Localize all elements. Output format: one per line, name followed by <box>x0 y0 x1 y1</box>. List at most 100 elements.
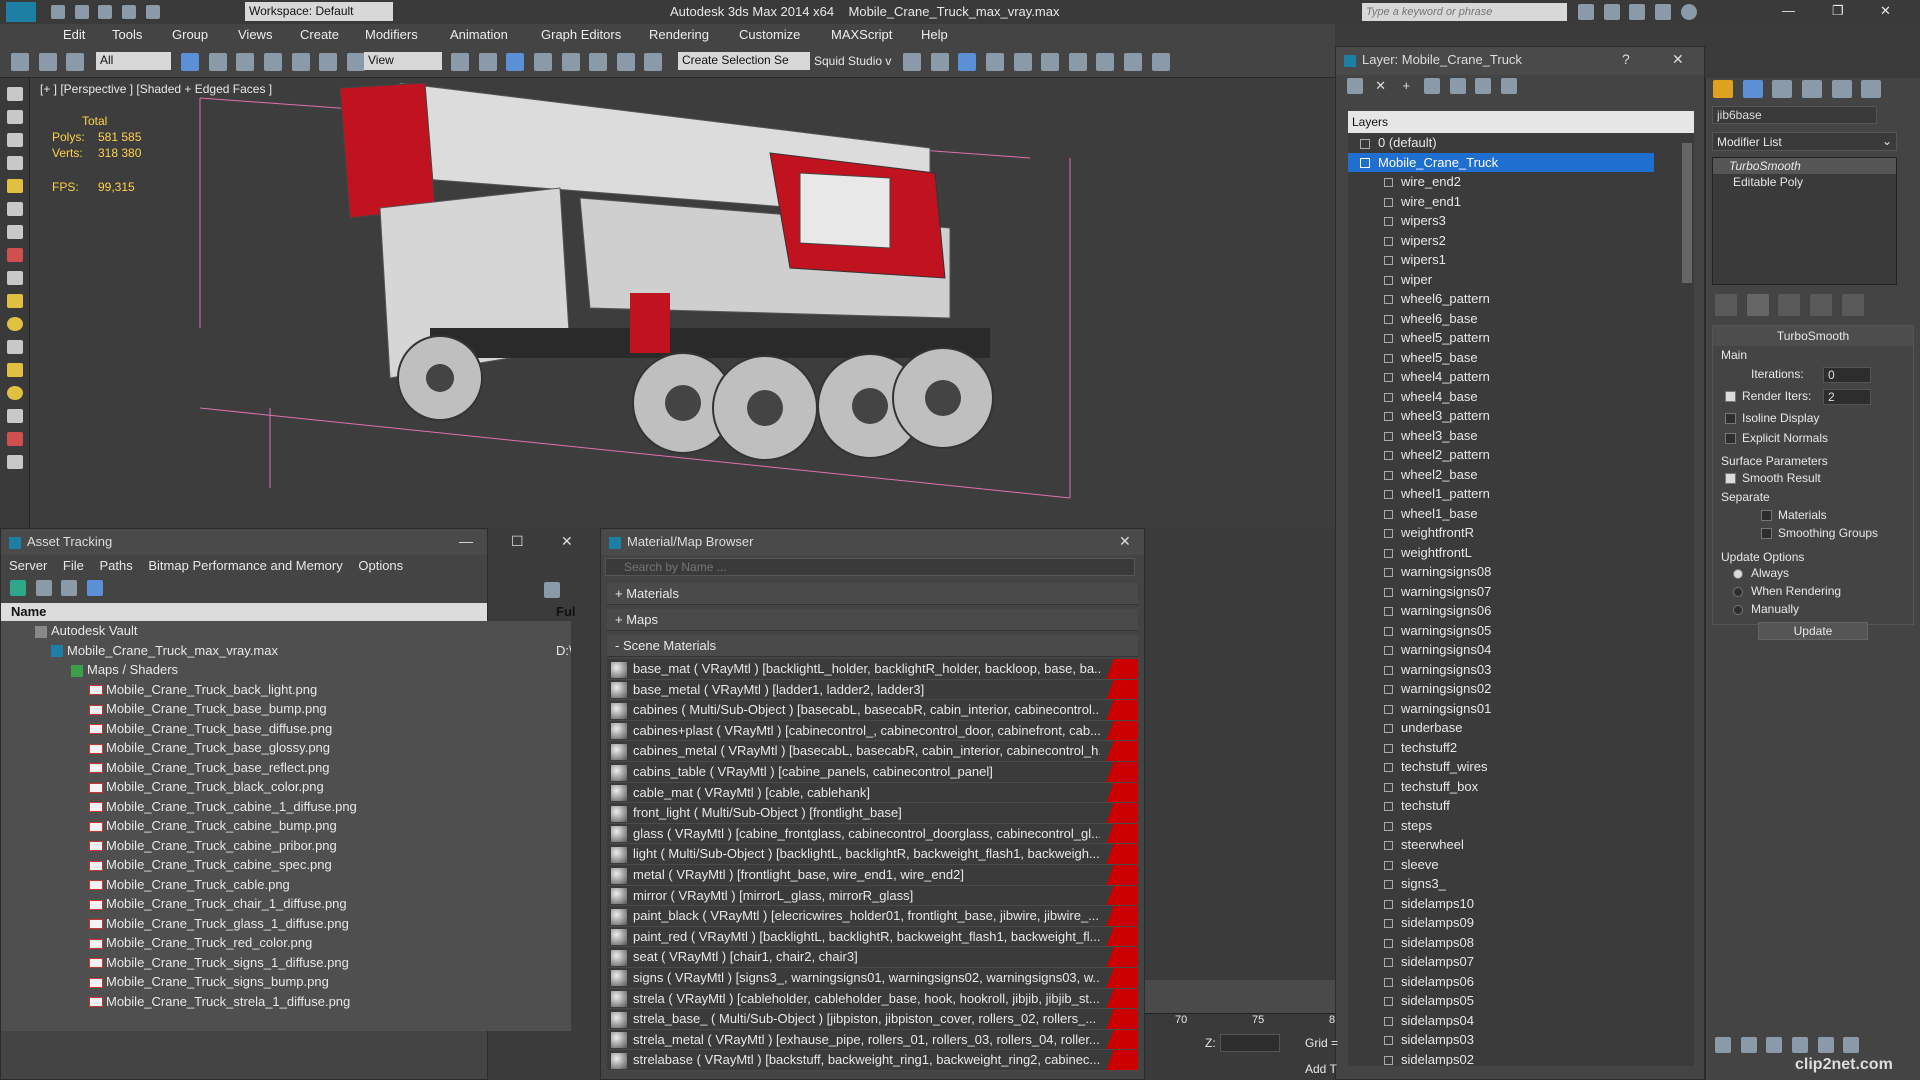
help-icon[interactable]: ? <box>1622 51 1630 67</box>
tool-icon-1[interactable] <box>7 87 23 101</box>
snap-toggle-icon[interactable] <box>533 53 552 71</box>
mirror-icon[interactable] <box>903 53 921 71</box>
scene-material-item[interactable]: strela_base_ ( Multi/Sub-Object ) [jibpi… <box>607 1009 1138 1030</box>
tool-icon-17[interactable] <box>7 455 23 469</box>
materials-section[interactable]: + Materials <box>607 583 1138 605</box>
layer-manager-icon[interactable] <box>958 53 977 71</box>
list-view-icon[interactable] <box>35 579 52 596</box>
layer-object-item[interactable]: sleeve <box>1348 855 1694 875</box>
tool-icon-10[interactable] <box>7 294 23 308</box>
freeze-all-icon[interactable] <box>1500 77 1517 94</box>
layer-object-item[interactable]: warningsigns04 <box>1348 640 1694 660</box>
rotate-icon[interactable] <box>319 53 338 71</box>
scene-materials-section[interactable]: - Scene Materials <box>607 635 1138 657</box>
help-icon[interactable] <box>1680 3 1697 20</box>
layer-object-item[interactable]: wheel2_pattern <box>1348 445 1694 465</box>
menu-server[interactable]: Server <box>9 558 47 573</box>
layer-object-item[interactable]: underbase <box>1348 718 1694 738</box>
layer-object-item[interactable]: warningsigns08 <box>1348 562 1694 582</box>
menu-maxscript[interactable]: MAXScript <box>831 27 892 42</box>
menu-graph-editors[interactable]: Graph Editors <box>541 27 621 42</box>
layer-object-item[interactable]: weightfrontL <box>1348 543 1694 563</box>
crane-truck-model[interactable] <box>30 78 1335 528</box>
percent-snap-icon[interactable] <box>589 53 608 71</box>
layer-object-item[interactable]: wheel6_base <box>1348 309 1694 329</box>
tool-icon-7[interactable] <box>7 225 23 239</box>
delete-layer-icon[interactable]: ✕ <box>1373 78 1389 94</box>
show-end-result-icon[interactable] <box>1746 294 1769 316</box>
render-setup-icon[interactable] <box>1096 53 1115 71</box>
maps-section[interactable]: + Maps <box>607 609 1138 631</box>
scene-material-item[interactable]: glass ( VRayMtl ) [cabine_frontglass, ca… <box>607 823 1138 845</box>
asset-file-row[interactable]: Mobile_Crane_Truck_base_glossy.png <box>9 738 571 758</box>
keyboard-shortcut-icon[interactable] <box>506 53 525 71</box>
thumbnail-view-icon[interactable] <box>61 579 78 596</box>
menu-help[interactable]: Help <box>921 27 948 42</box>
minimize-icon[interactable]: — <box>459 533 473 549</box>
scene-material-item[interactable]: strela_metal ( VRayMtl ) [exhause_pipe, … <box>607 1029 1138 1051</box>
asset-file-row[interactable]: Mobile_Crane_Truck_base_reflect.png <box>9 758 571 778</box>
modifier-turbosmooth[interactable]: TurboSmooth <box>1713 158 1896 174</box>
layer-object-item[interactable]: weightfrontR <box>1348 523 1694 543</box>
tool-icon-8[interactable] <box>7 248 23 262</box>
scene-material-item[interactable]: cable_mat ( VRayMtl ) [cable, cablehank] <box>607 782 1138 804</box>
new-file-icon[interactable] <box>51 4 65 19</box>
menu-tools[interactable]: Tools <box>112 27 142 42</box>
tool-icon-14[interactable] <box>7 386 23 400</box>
scene-material-item[interactable]: strela ( VRayMtl ) [cableholder, cableho… <box>607 988 1138 1010</box>
layer-object-item[interactable]: wheel3_pattern <box>1348 406 1694 426</box>
layer-scrollbar[interactable] <box>1680 133 1694 1063</box>
asset-file-row[interactable]: Mobile_Crane_Truck_cabine_bump.png <box>9 816 571 836</box>
menu-customize[interactable]: Customize <box>739 27 800 42</box>
table-view-icon[interactable] <box>86 579 103 596</box>
layer-object-item[interactable]: wheel6_pattern <box>1348 289 1694 309</box>
tool-icon-2[interactable] <box>7 110 23 124</box>
scene-material-item[interactable]: cabines ( Multi/Sub-Object ) [basecabL, … <box>607 700 1138 721</box>
asset-file-row[interactable]: Mobile_Crane_Truck_signs_1_diffuse.png <box>9 953 571 973</box>
scene-material-item[interactable]: paint_black ( VRayMtl ) [elecricwires_ho… <box>607 906 1138 927</box>
render-icon[interactable] <box>1151 53 1170 71</box>
layer-object-item[interactable]: sidelamps03 <box>1348 1030 1694 1050</box>
layer-object-item[interactable]: warningsigns01 <box>1348 699 1694 719</box>
scene-material-item[interactable]: cabines+plast ( VRayMtl ) [cabinecontrol… <box>607 720 1138 742</box>
tool-icon-12[interactable] <box>7 340 23 354</box>
unlink-icon[interactable] <box>38 53 57 71</box>
asset-file-row[interactable]: Mobile_Crane_Truck_base_bump.png <box>9 699 571 719</box>
close-icon[interactable]: ✕ <box>1672 51 1684 68</box>
layer-object-item[interactable]: techstuff_wires <box>1348 757 1694 777</box>
layer-object-item[interactable]: warningsigns05 <box>1348 621 1694 641</box>
layers-header[interactable]: Layers <box>1348 111 1694 133</box>
column-name-header[interactable]: Name <box>11 604 46 619</box>
tool-icon-4[interactable] <box>7 156 23 170</box>
layer-object-item[interactable]: sidelamps08 <box>1348 933 1694 953</box>
layer-object-item[interactable]: wire_end1 <box>1348 192 1694 212</box>
layer-object-item[interactable]: wheel5_pattern <box>1348 328 1694 348</box>
next-frame-icon[interactable] <box>1740 1036 1757 1053</box>
scene-material-item[interactable]: mirror ( VRayMtl ) [mirrorL_glass, mirro… <box>607 885 1138 907</box>
tool-icon-5[interactable] <box>7 179 23 193</box>
pivot-icon[interactable] <box>451 53 469 71</box>
layer-default[interactable]: 0 (default) <box>1348 133 1694 153</box>
key-mode-icon[interactable] <box>1791 1036 1808 1053</box>
hierarchy-tab-icon[interactable] <box>1772 80 1793 98</box>
asset-file-row[interactable]: Mobile_Crane_Truck_cabine_spec.png <box>9 855 571 875</box>
squid-studio-label[interactable]: Squid Studio v <box>814 54 891 68</box>
modifier-list-dropdown[interactable]: Modifier List ⌄ <box>1712 132 1897 151</box>
tool-icon-16[interactable] <box>7 432 23 446</box>
exchange-icon[interactable] <box>1629 3 1646 20</box>
scene-material-item[interactable]: front_light ( Multi/Sub-Object ) [frontl… <box>607 803 1138 824</box>
scene-material-item[interactable]: metal ( VRayMtl ) [frontlight_base, wire… <box>607 864 1138 886</box>
play-icon[interactable] <box>1715 1036 1731 1053</box>
menu-options[interactable]: Options <box>358 558 403 573</box>
hide-all-icon[interactable] <box>1475 77 1492 94</box>
isoline-checkbox[interactable] <box>1725 413 1736 425</box>
close-icon[interactable]: ✕ <box>1119 533 1131 550</box>
layer-object-item[interactable]: wipers1 <box>1348 250 1694 270</box>
update-always-radio[interactable] <box>1733 568 1743 579</box>
render-iters-spinner[interactable]: 2 <box>1823 389 1871 405</box>
update-rendering-radio[interactable] <box>1733 586 1743 597</box>
named-selection-dropdown[interactable]: Create Selection Se <box>678 52 810 70</box>
curve-editor-icon[interactable] <box>1013 53 1032 71</box>
separate-smoothing-checkbox[interactable] <box>1761 528 1772 540</box>
scene-material-item[interactable]: base_metal ( VRayMtl ) [ladder1, ladder2… <box>607 679 1138 701</box>
